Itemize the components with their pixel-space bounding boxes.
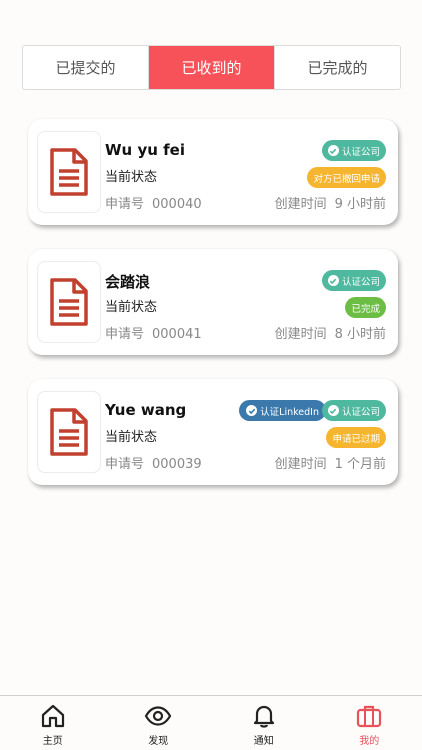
status-badge: 对方已撤回申请 [307,167,386,188]
nav-item-home[interactable]: 主页 [0,696,106,750]
check-icon [246,405,258,416]
verified-company-text: 认证公司 [341,146,380,158]
tab-submitted[interactable]: 已提交的 [23,46,149,89]
tab-completed[interactable]: 已完成的 [275,46,400,89]
verified-company-badge: 认证公司 [321,140,386,161]
nav-label: 主页 [42,736,63,747]
created-time-value: 9 小时前 [334,197,386,212]
created-time-label: 创建时间 [274,457,327,472]
created-time-label: 创建时间 [274,197,327,212]
home-icon [41,704,64,728]
application-number-value: 000039 [152,457,202,472]
application-number-label: 申请号 [105,197,145,212]
check-icon [327,405,339,416]
check-icon [327,145,339,156]
nav-item-mine[interactable]: 我的 [317,696,422,750]
application-number: 申请号 000040 [105,193,202,212]
briefcase-icon [357,705,382,728]
tab-received[interactable]: 已收到的 [149,46,275,89]
page: 已提交的 已收到的 已完成的 Wu yu fei 当前状态 申请号 000040 … [0,0,422,750]
applicant-name: 会踏浪 [105,273,151,291]
status-badge: 申请已过期 [326,427,386,448]
application-number-label: 申请号 [105,327,145,342]
created-time: 创建时间 9 小时前 [275,193,386,212]
nav-item-notifications[interactable]: 通知 [211,696,317,750]
document-icon [50,408,88,456]
applicant-name: Wu yu fei [105,141,185,159]
created-time-value: 1 个月前 [334,457,386,472]
application-number-value: 000041 [152,327,202,342]
created-time: 创建时间 1 个月前 [275,453,386,472]
document-icon [50,148,88,196]
nav-label: 通知 [253,736,274,747]
document-icon-box [37,261,101,343]
application-number: 申请号 000039 [105,453,202,472]
verified-company-text: 认证公司 [341,406,380,418]
document-icon-box [37,131,101,213]
created-time: 创建时间 8 小时前 [275,323,386,342]
status-badge: 已完成 [345,297,386,318]
created-time-value: 8 小时前 [334,327,386,342]
application-card[interactable]: Wu yu fei 当前状态 申请号 000040 创建时间 9 小时前 认证公司 … [28,119,398,225]
current-status-label: 当前状态 [105,170,158,185]
eye-icon [144,706,172,726]
created-time-label: 创建时间 [274,327,327,342]
application-number: 申请号 000041 [105,323,202,342]
nav-label: 我的 [359,736,380,747]
check-icon [327,275,339,286]
document-icon [50,278,88,326]
current-status-label: 当前状态 [105,430,158,445]
verified-company-badge: 认证公司 [321,400,386,421]
verified-company-badge: 认证公司 [321,270,386,291]
applicant-name: Yue wang [105,401,187,419]
application-card[interactable]: Yue wang 当前状态 申请号 000039 创建时间 1 个月前 认证Link… [28,379,398,485]
segmented-tabs: 已提交的 已收到的 已完成的 [22,45,401,90]
verified-linkedin-text: 认证LinkedIn [260,406,319,418]
verified-company-text: 认证公司 [341,276,380,288]
application-number-label: 申请号 [105,457,145,472]
application-number-value: 000040 [152,197,202,212]
bottom-nav: 主页 发现 通知 我的 [0,695,422,750]
nav-item-discover[interactable]: 发现 [106,696,212,750]
current-status-label: 当前状态 [105,300,158,315]
document-icon-box [37,391,101,473]
nav-label: 发现 [148,736,169,747]
bell-icon [253,705,274,728]
application-card[interactable]: 会踏浪 当前状态 申请号 000041 创建时间 8 小时前 认证公司 已完成 [28,249,398,355]
verified-linkedin-badge: 认证LinkedIn [239,400,326,421]
